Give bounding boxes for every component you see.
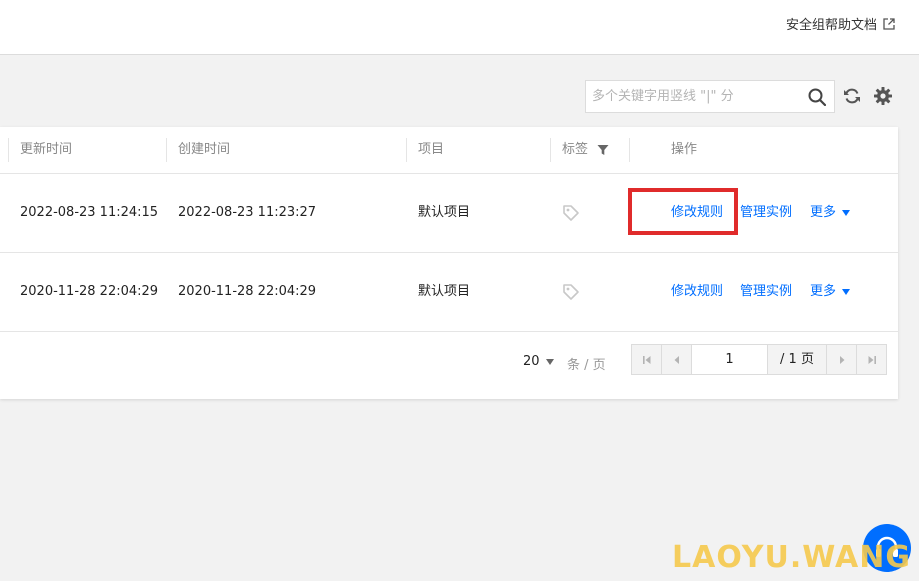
cell-created-time: 2020-11-28 22:04:29 [178, 284, 317, 299]
cell-updated-time: 2020-11-28 22:04:29 [20, 284, 159, 299]
cell-created-time: 2022-08-23 11:23:27 [178, 205, 317, 220]
more-label: 更多 [810, 284, 837, 299]
column-divider [550, 138, 551, 162]
caret-down-icon [842, 210, 851, 216]
pagination-bar: 20 条 / 页 / 1 页 [0, 332, 898, 399]
edit-rules-link[interactable]: 修改规则 [671, 253, 723, 331]
column-actions: 操作 [671, 142, 698, 157]
settings-gear-icon[interactable] [873, 86, 893, 106]
more-label: 更多 [810, 205, 837, 220]
prev-page-button[interactable] [662, 345, 692, 374]
help-doc-link[interactable]: 安全组帮助文档 [786, 14, 895, 33]
search-box [585, 80, 835, 113]
tag-icon[interactable] [562, 204, 580, 222]
refresh-icon[interactable] [842, 86, 862, 106]
help-doc-label: 安全组帮助文档 [785, 18, 877, 33]
watermark: LAOYU.WANG [672, 540, 911, 575]
tag-icon[interactable] [562, 283, 580, 301]
first-page-button[interactable] [632, 345, 662, 374]
more-dropdown[interactable]: 更多 [810, 253, 851, 331]
column-divider [406, 138, 407, 162]
top-bar: 安全组帮助文档 [0, 0, 919, 55]
per-page-label: 条 / 页 [567, 358, 606, 373]
first-page-icon [642, 355, 650, 364]
caret-down-icon [842, 289, 851, 295]
cell-updated-time: 2022-08-23 11:24:15 [20, 205, 159, 220]
page-number-input[interactable] [692, 345, 768, 374]
column-tags-label: 标签 [562, 142, 589, 157]
last-page-button[interactable] [856, 345, 886, 374]
column-updated-time: 更新时间 [20, 142, 73, 157]
cell-project: 默认项目 [418, 284, 471, 299]
page-size-select[interactable]: 20 [523, 354, 554, 369]
page-size-value: 20 [523, 354, 540, 369]
table-row: 2022-08-23 11:24:15 2022-08-23 11:23:27 … [0, 174, 898, 253]
column-tags: 标签 [562, 127, 588, 173]
next-page-button[interactable] [826, 345, 856, 374]
column-divider [8, 138, 9, 162]
next-page-icon [839, 355, 844, 364]
table-row: 2020-11-28 22:04:29 2020-11-28 22:04:29 … [0, 253, 898, 332]
security-group-table: 更新时间 创建时间 项目 标签 操作 2022-08-23 11:24:15 2… [0, 127, 898, 399]
search-input[interactable] [586, 81, 802, 112]
manage-instances-link[interactable]: 管理实例 [740, 253, 792, 331]
search-icon[interactable] [808, 88, 826, 106]
column-created-time: 创建时间 [178, 142, 231, 157]
cell-project: 默认项目 [418, 205, 471, 220]
prev-page-icon [674, 355, 679, 364]
column-divider [629, 138, 630, 162]
column-divider [166, 138, 167, 162]
column-project: 项目 [418, 142, 445, 157]
manage-instances-link[interactable]: 管理实例 [740, 174, 792, 252]
caret-down-icon [545, 358, 554, 365]
filter-icon[interactable] [597, 144, 609, 156]
pager: / 1 页 [631, 344, 887, 375]
last-page-icon [868, 355, 876, 364]
external-link-icon [883, 17, 895, 30]
more-dropdown[interactable]: 更多 [810, 174, 851, 252]
total-pages-label: / 1 页 [780, 352, 814, 367]
table-header: 更新时间 创建时间 项目 标签 操作 [0, 127, 898, 174]
edit-rules-link[interactable]: 修改规则 [671, 174, 723, 252]
